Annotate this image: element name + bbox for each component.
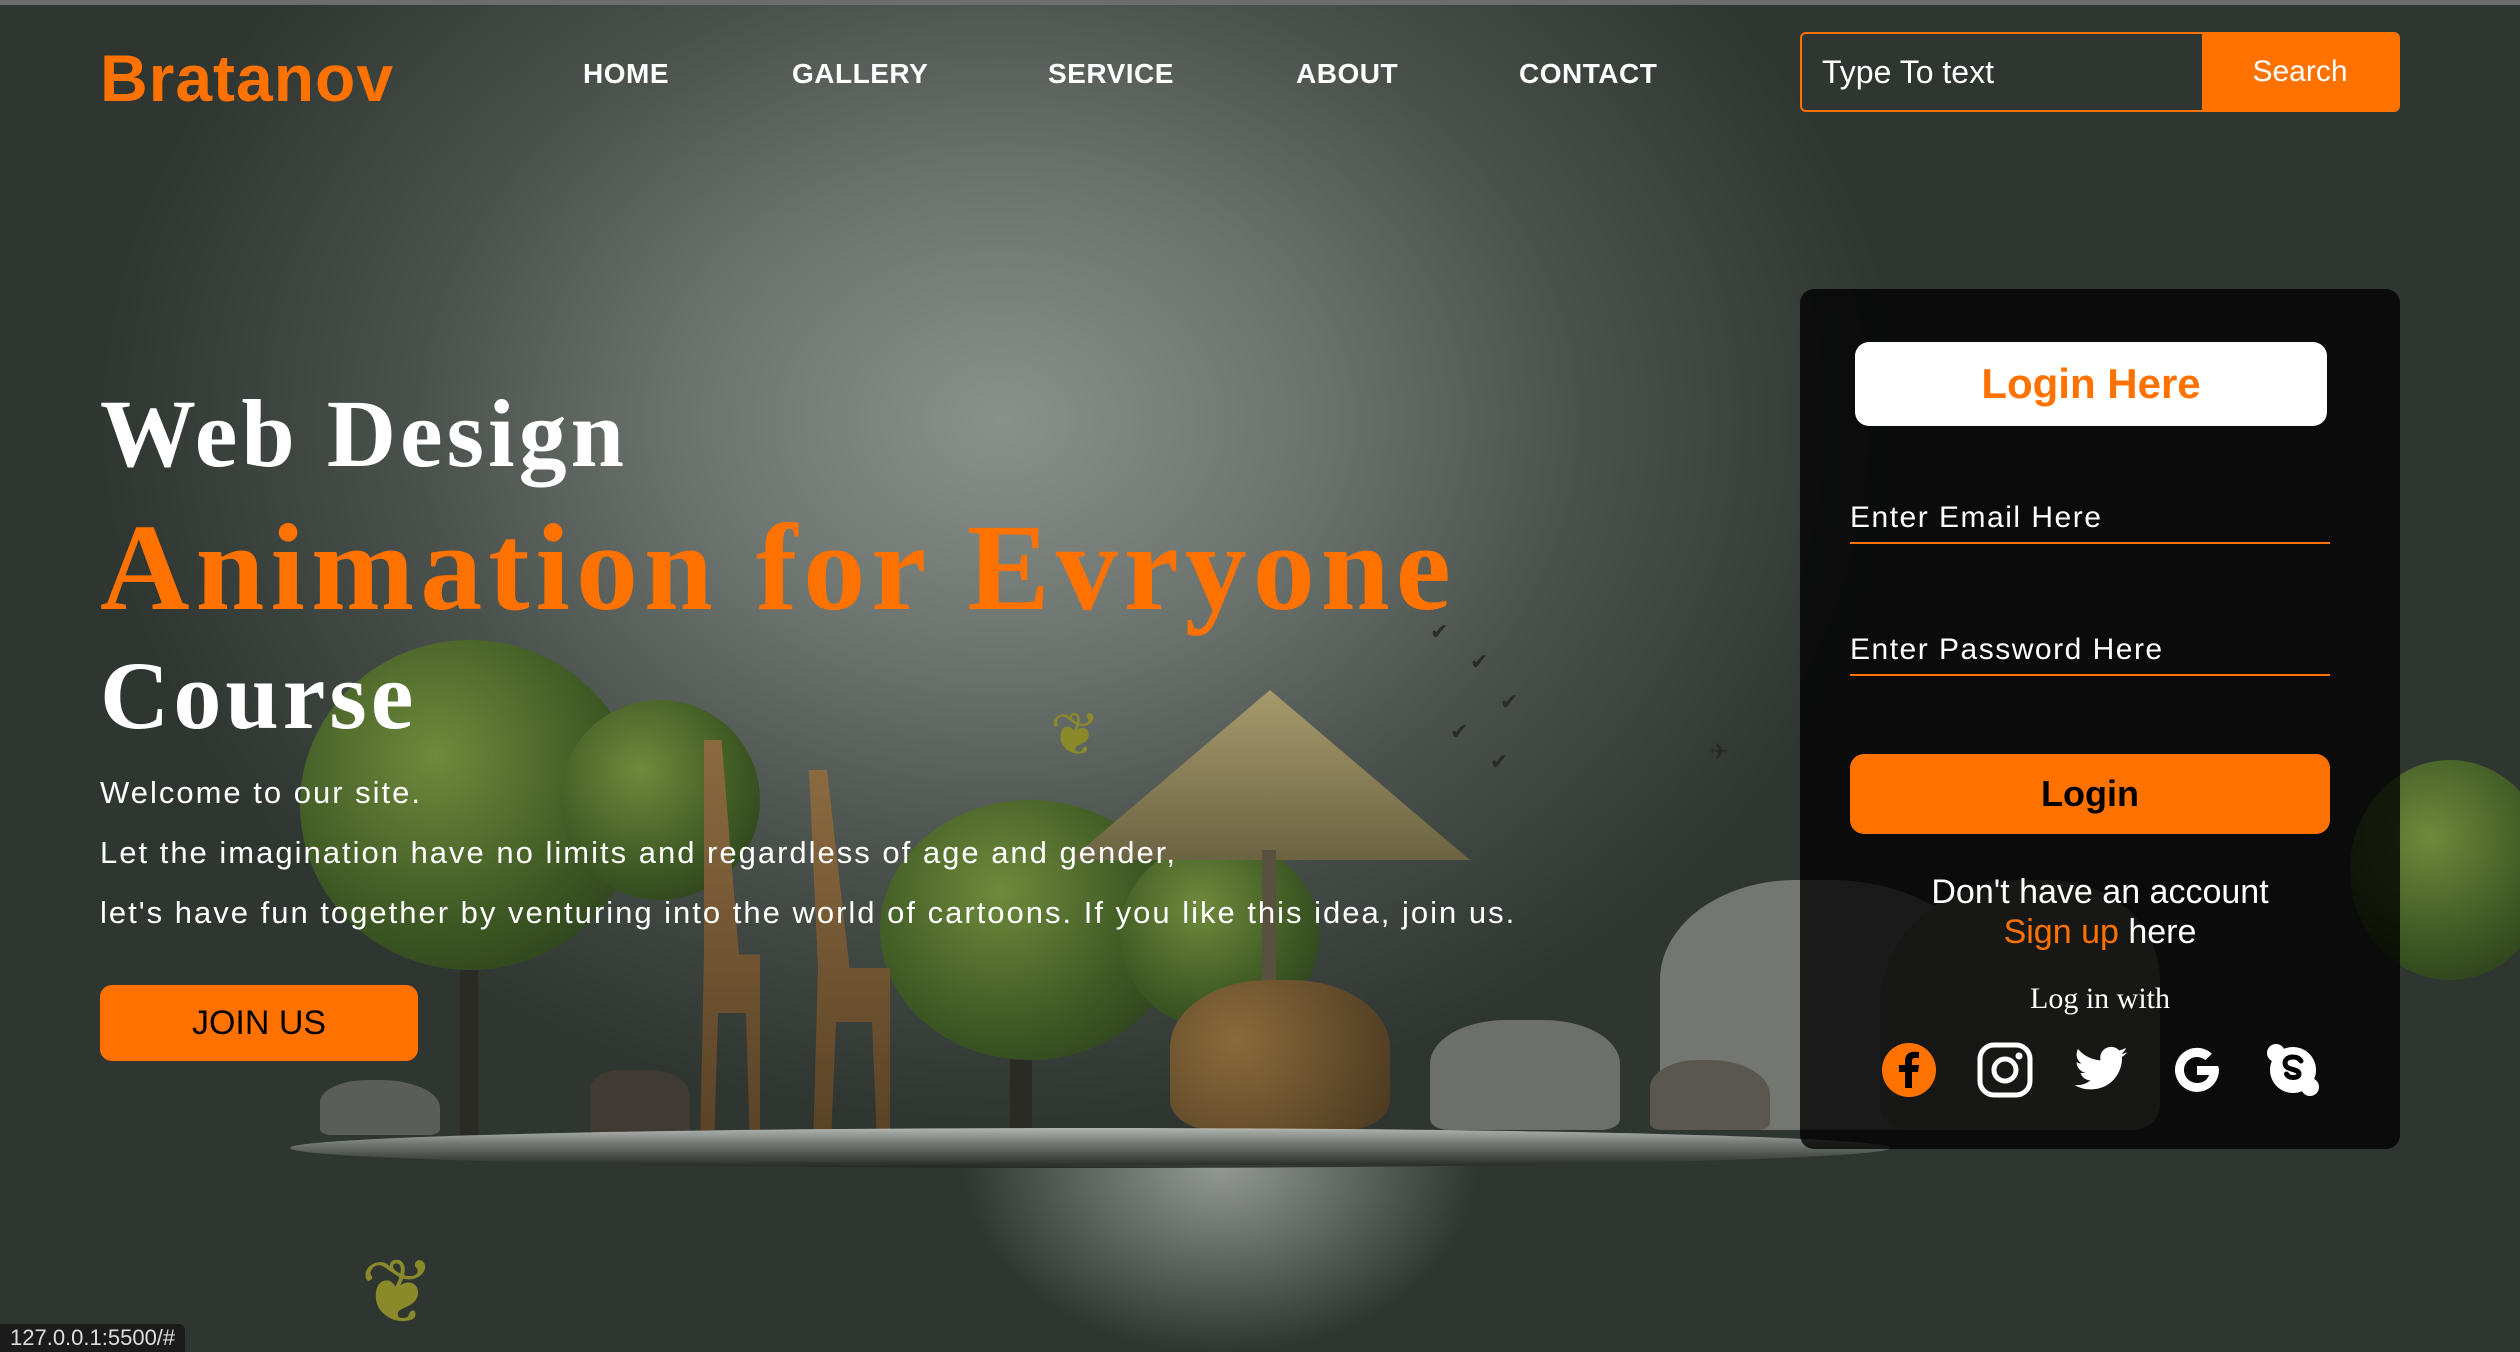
search-bar: Search (1800, 32, 2400, 112)
search-button[interactable]: Search (2202, 34, 2398, 110)
parrot: ❦ (360, 1240, 436, 1345)
google-icon[interactable] (2168, 1041, 2226, 1099)
nav-gallery[interactable]: GALLERY (792, 58, 928, 90)
hero-paragraph-line: let's have fun together by venturing int… (100, 895, 1517, 930)
rhino (320, 1080, 440, 1135)
social-login-row (1800, 1041, 2400, 1101)
hero-title-line1: Web Design (100, 380, 629, 487)
log-in-with-label: Log in with (2030, 982, 2170, 1015)
email-field[interactable] (1850, 494, 2330, 544)
join-us-button[interactable]: JOIN US (100, 985, 418, 1061)
status-bar-url: 127.0.0.1:5500/# (0, 1324, 186, 1352)
platform-reflection (960, 1165, 1480, 1352)
password-field[interactable] (1850, 626, 2330, 676)
bird: ✔ (1500, 690, 1519, 715)
floating-platform (290, 1128, 1890, 1168)
signup-line: Sign up here (1800, 912, 2400, 952)
bird: ✔ (1470, 650, 1489, 675)
twitter-icon[interactable] (2072, 1041, 2130, 1099)
signup-suffix: here (2118, 913, 2197, 951)
login-card: Login Here Login Don't have an account S… (1800, 289, 2400, 1149)
elephant-small (1430, 1020, 1620, 1130)
search-input[interactable] (1802, 34, 2202, 110)
bird: ✔ (1450, 720, 1469, 745)
login-button[interactable]: Login (1850, 754, 2330, 834)
hero-paragraph-line: Welcome to our site. (100, 775, 422, 810)
site-logo[interactable]: Bratanov (100, 40, 394, 116)
hero-paragraph: Welcome to our site. Let the imagination… (100, 763, 1700, 943)
bird: ✈ (1710, 740, 1729, 765)
hero-title-line3: Course (100, 642, 418, 749)
login-title: Login Here (1855, 342, 2327, 426)
parrot: ❦ (1050, 700, 1101, 770)
nav-contact[interactable]: CONTACT (1519, 58, 1657, 90)
nav-service[interactable]: SERVICE (1048, 58, 1174, 90)
instagram-icon[interactable] (1976, 1041, 2034, 1099)
nav-home[interactable]: HOME (583, 58, 669, 90)
signup-prompt: Don't have an account Sign up here (1800, 872, 2400, 952)
facebook-icon[interactable] (1880, 1041, 1938, 1099)
hero-paragraph-line: Let the imagination have no limits and r… (100, 835, 1177, 870)
nav-about[interactable]: ABOUT (1296, 58, 1398, 90)
signup-link[interactable]: Sign up (2004, 913, 2119, 951)
wolf (1650, 1060, 1770, 1130)
no-account-text: Don't have an account (1931, 873, 2269, 911)
horse (590, 1070, 690, 1135)
skype-icon[interactable] (2264, 1041, 2322, 1099)
hero-title-line2: Animation for Evryone (100, 499, 1457, 636)
lion (1170, 980, 1390, 1130)
